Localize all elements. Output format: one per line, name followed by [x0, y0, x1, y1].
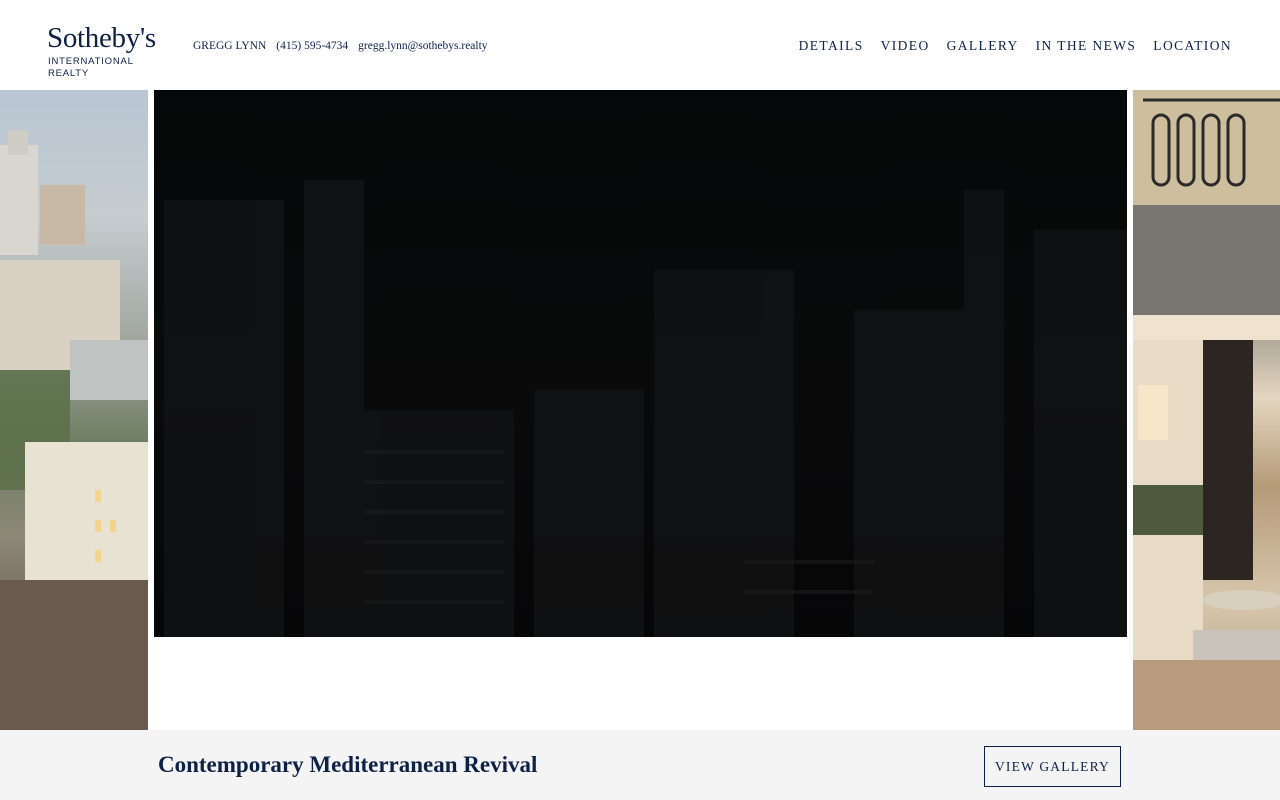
site-header: Sotheby's INTERNATIONAL REALTY GREGG LYN… — [0, 0, 1280, 90]
sothebys-logo[interactable]: Sotheby's INTERNATIONAL REALTY — [47, 22, 167, 79]
nav-gallery[interactable]: GALLERY — [947, 38, 1019, 54]
main-nav: DETAILS VIDEO GALLERY IN THE NEWS LOCATI… — [799, 36, 1232, 56]
nav-in-the-news[interactable]: IN THE NEWS — [1036, 38, 1137, 54]
view-gallery-button[interactable]: VIEW GALLERY — [984, 746, 1121, 787]
next-slide-image[interactable] — [1133, 90, 1280, 730]
nav-details[interactable]: DETAILS — [799, 38, 864, 54]
logo-subtitle: INTERNATIONAL REALTY — [48, 56, 134, 79]
listing-bar: Contemporary Mediterranean Revival VIEW … — [0, 730, 1280, 800]
nav-location[interactable]: LOCATION — [1153, 38, 1232, 54]
agent-phone-link[interactable]: (415) 595-4734 — [276, 40, 348, 52]
hero-carousel — [0, 90, 1280, 730]
video-frame-dim-cityscape — [164, 180, 1127, 637]
previous-slide-image[interactable] — [0, 90, 148, 730]
agent-name: GREGG LYNN — [193, 40, 267, 52]
terrace-interior-photo — [1133, 90, 1280, 730]
city-skyline-photo — [0, 130, 148, 730]
video-player[interactable] — [154, 90, 1127, 637]
agent-email-link[interactable]: gregg.lynn@sothebys.realty — [358, 40, 487, 52]
listing-title: Contemporary Mediterranean Revival — [158, 752, 538, 777]
logo-wordmark: Sotheby's — [47, 22, 156, 54]
agent-contact: GREGG LYNN (415) 595-4734 gregg.lynn@sot… — [193, 38, 488, 54]
nav-video[interactable]: VIDEO — [881, 38, 930, 54]
